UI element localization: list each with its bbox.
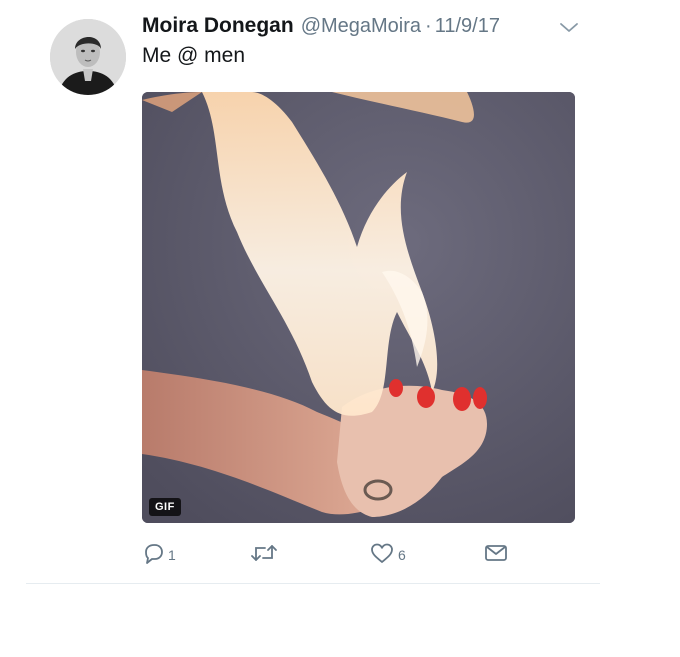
- tweet-actions: 1 6: [142, 542, 582, 568]
- direct-message-button[interactable]: [484, 542, 508, 568]
- gif-image: [142, 92, 575, 523]
- separator-dot: ·: [425, 15, 432, 37]
- like-count: 6: [398, 547, 406, 563]
- tweet-header: Moira Donegan @MegaMoira · 11/9/17: [142, 14, 500, 40]
- tweet-media[interactable]: GIF: [142, 92, 575, 523]
- gif-badge: GIF: [149, 498, 181, 516]
- like-button[interactable]: 6: [370, 542, 406, 568]
- tweet[interactable]: Moira Donegan @MegaMoira · 11/9/17 Me @ …: [26, 0, 600, 583]
- author-name[interactable]: Moira Donegan: [142, 14, 294, 38]
- reply-count: 1: [168, 547, 176, 563]
- author-handle[interactable]: @MegaMoira: [301, 15, 421, 38]
- chevron-down-icon[interactable]: [558, 20, 580, 34]
- reply-button[interactable]: 1: [142, 542, 176, 568]
- reply-icon: [142, 542, 164, 569]
- like-icon: [370, 542, 394, 569]
- avatar[interactable]: [50, 19, 126, 95]
- retweet-icon: [250, 542, 278, 569]
- direct-message-icon: [484, 542, 508, 569]
- tweet-date[interactable]: 11/9/17: [435, 15, 500, 38]
- tweet-text: Me @ men: [142, 44, 246, 67]
- retweet-button[interactable]: [250, 542, 282, 568]
- tweet-divider: [26, 583, 600, 584]
